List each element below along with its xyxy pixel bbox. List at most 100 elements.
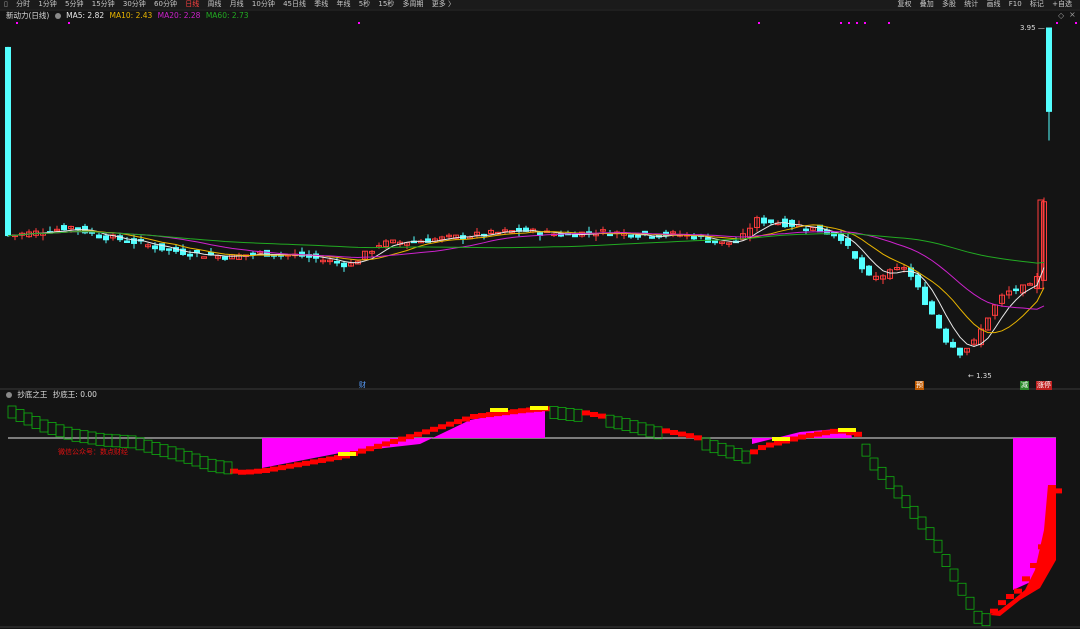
green-step-box	[885, 476, 895, 490]
red-step-bar	[478, 413, 486, 419]
forecast-tag[interactable]: 预	[915, 381, 924, 390]
red-step-bar	[326, 456, 334, 462]
candle-body	[950, 341, 956, 348]
candle-body	[201, 256, 207, 259]
red-step-bar	[238, 469, 246, 475]
red-step-bar	[270, 466, 278, 472]
red-step-bar	[406, 434, 414, 440]
candle-body	[803, 228, 809, 232]
candle-body	[845, 238, 851, 246]
red-step-bar	[454, 419, 462, 425]
red-step-bar	[1022, 576, 1030, 582]
candle-body	[222, 256, 228, 260]
green-step-box	[909, 505, 919, 519]
red-step-bar	[1014, 588, 1022, 594]
green-step-box	[159, 444, 169, 458]
candle-body	[943, 328, 949, 343]
red-step-bar	[1006, 594, 1014, 599]
red-step-bar	[830, 428, 838, 434]
green-step-box	[47, 421, 57, 435]
candle-body	[166, 248, 172, 251]
reduce-tag[interactable]: 减	[1020, 381, 1029, 390]
red-step-bar	[302, 460, 310, 466]
green-step-box	[215, 460, 225, 474]
green-step-box	[949, 568, 959, 582]
ma5-value: MA5: 2.82	[66, 11, 105, 20]
kline-chart[interactable]	[0, 0, 1080, 629]
green-step-box	[893, 485, 903, 499]
red-step-bar	[678, 431, 686, 437]
red-step-bar	[446, 421, 454, 427]
red-step-bar	[254, 468, 262, 474]
expand-diamond-icon[interactable]: ◇	[1058, 11, 1064, 20]
candle-body	[859, 257, 865, 270]
candle-body	[61, 225, 67, 231]
candle-body	[866, 265, 872, 276]
red-step-bar	[662, 428, 670, 434]
candle-body	[187, 253, 193, 257]
candle-body	[915, 274, 921, 288]
candle-body	[5, 46, 11, 237]
green-step-box	[981, 613, 991, 627]
candle-body	[1046, 27, 1052, 112]
red-step-bar	[510, 409, 518, 415]
green-step-box	[941, 554, 951, 567]
red-step-bar	[430, 426, 438, 432]
green-step-box	[79, 430, 89, 444]
green-step-box	[557, 407, 567, 420]
red-step-bar	[462, 416, 470, 422]
red-step-bar	[366, 446, 374, 452]
candle-body	[929, 301, 935, 315]
red-step-bar	[286, 463, 294, 469]
green-step-box	[717, 442, 727, 456]
red-step-bar	[230, 468, 238, 474]
red-step-bar	[822, 430, 830, 436]
signal-dot	[888, 22, 890, 24]
candle-body	[768, 219, 774, 224]
green-step-box	[103, 433, 113, 447]
signal-dot	[864, 22, 866, 24]
candle-body	[922, 286, 928, 305]
close-panel-icon[interactable]: ×	[1069, 10, 1076, 19]
green-step-box	[613, 416, 623, 430]
yellow-marker	[530, 406, 548, 410]
red-step-bar	[358, 448, 366, 454]
candle-body	[957, 347, 963, 356]
ma10-value: MA10: 2.43	[109, 11, 153, 20]
red-step-bar	[318, 457, 326, 463]
green-step-box	[23, 412, 33, 426]
green-step-box	[957, 582, 967, 596]
red-step-bar	[374, 443, 382, 449]
green-step-box	[15, 409, 25, 422]
green-step-box	[55, 424, 65, 438]
red-step-bar	[774, 440, 782, 446]
red-step-bar	[790, 436, 798, 442]
red-step-bar	[686, 433, 694, 439]
limit-up-tag[interactable]: 涨停	[1036, 381, 1052, 390]
green-step-box	[119, 434, 129, 448]
candle-body	[96, 234, 102, 239]
ma20-value: MA20: 2.28	[157, 11, 201, 20]
green-step-box	[869, 457, 879, 471]
financial-tag[interactable]: 财	[358, 381, 367, 390]
green-step-box	[135, 437, 145, 451]
green-step-box	[151, 442, 161, 455]
red-step-bar	[998, 600, 1006, 606]
signal-dot	[840, 22, 842, 24]
green-step-box	[917, 516, 927, 530]
low-price-label: ← 1.35	[968, 372, 992, 380]
yellow-marker	[838, 428, 856, 432]
indicator-settings-icon[interactable]	[6, 392, 12, 398]
green-step-box	[861, 443, 871, 457]
red-step-bar	[854, 431, 862, 437]
red-step-bar	[262, 468, 270, 473]
green-step-box	[199, 456, 209, 470]
yellow-marker	[772, 437, 790, 441]
candle-body	[649, 236, 655, 239]
red-step-bar	[518, 408, 526, 414]
indicator-legend: 抄底之王 抄底王: 0.00	[6, 390, 100, 400]
red-step-bar	[598, 413, 606, 419]
settings-dot-icon[interactable]	[54, 13, 61, 19]
green-step-box	[653, 426, 663, 440]
signal-dot	[16, 22, 18, 24]
